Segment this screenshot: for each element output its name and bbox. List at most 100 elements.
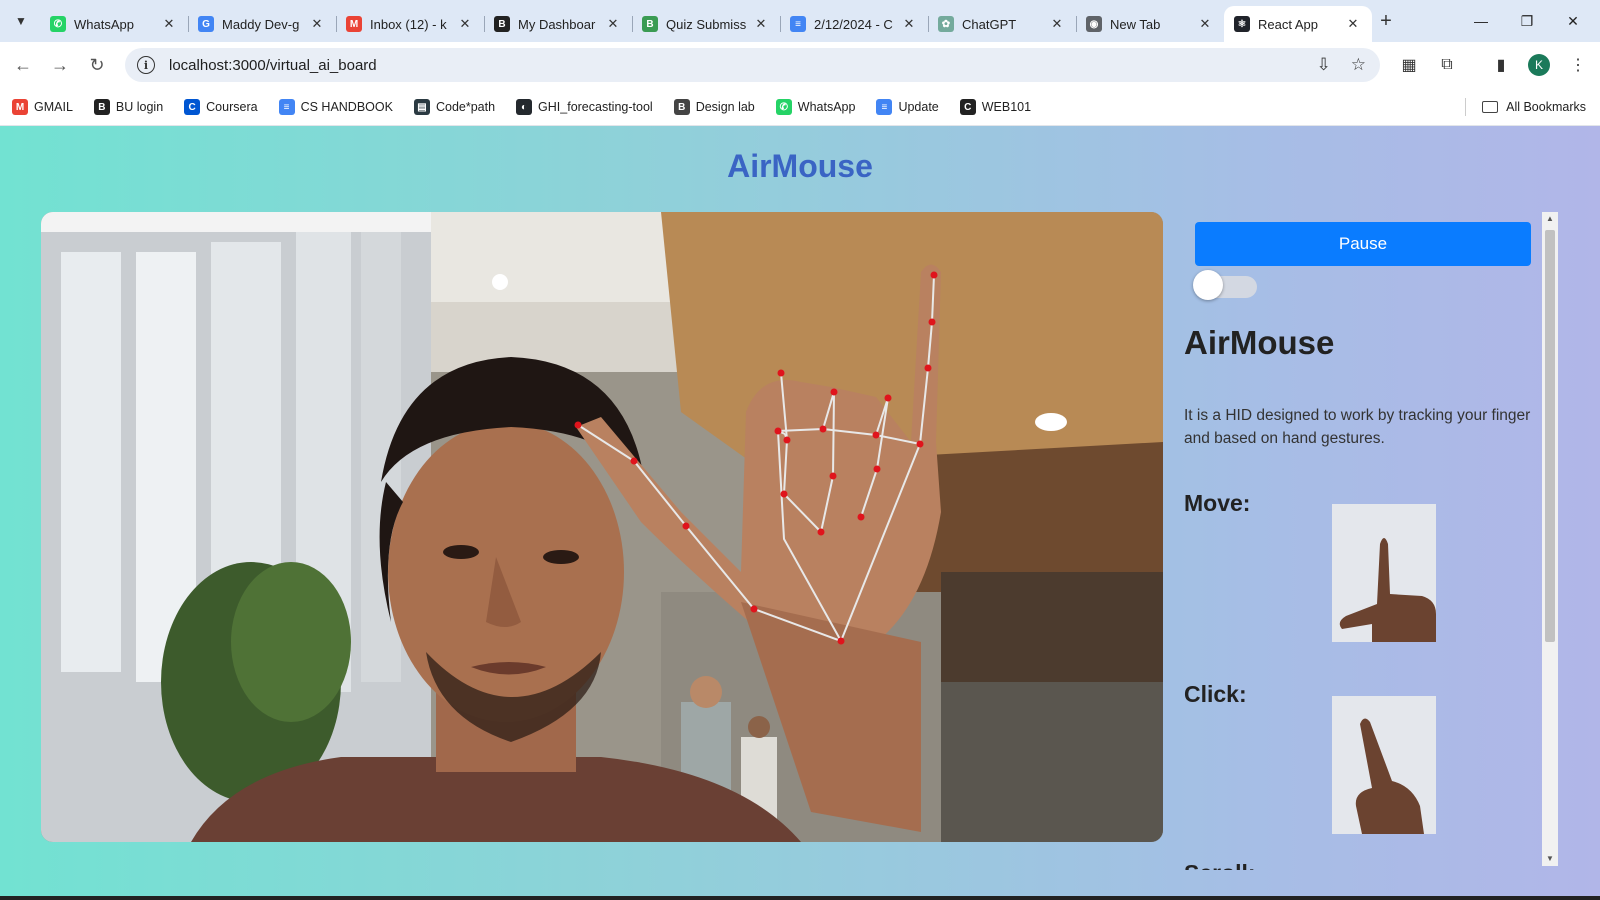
page-content: AirMouse Pause AirMouse It is a HID desi… <box>0 126 1600 900</box>
bookmark-label: Update <box>898 100 939 114</box>
close-icon[interactable]: ✕ <box>900 16 918 32</box>
bookmark-9[interactable]: C WEB101 <box>959 99 1031 115</box>
new-tab-button[interactable]: + <box>1373 9 1399 35</box>
gmail-icon: M <box>346 16 362 32</box>
chatgpt-icon: ✿ <box>938 16 954 32</box>
scroll-thumb[interactable] <box>1545 230 1555 642</box>
minimize-button[interactable]: — <box>1458 0 1504 42</box>
close-icon[interactable]: ✕ <box>1048 16 1066 32</box>
close-window-button[interactable]: ✕ <box>1550 0 1596 42</box>
page-title: AirMouse <box>727 148 873 184</box>
forward-button[interactable]: → <box>45 50 75 80</box>
tab-2[interactable]: M Inbox (12) - k ✕ <box>336 6 484 42</box>
blackboard-icon: B <box>93 99 110 115</box>
bookmark-star-icon[interactable]: ☆ <box>1351 55 1366 75</box>
bookmark-label: WhatsApp <box>797 100 856 114</box>
bookmark-label: BU login <box>115 100 164 114</box>
reload-button[interactable]: ↻ <box>82 50 112 80</box>
arrow-left-icon: ← <box>14 54 32 75</box>
scroll-up-icon[interactable]: ▲ <box>1542 212 1558 226</box>
close-icon[interactable]: ✕ <box>1196 16 1214 32</box>
qr-code-icon[interactable]: ▦ <box>1396 52 1422 78</box>
gesture-label-scroll: Scroll: <box>1184 860 1256 870</box>
tab-title: Inbox (12) - k <box>370 16 447 32</box>
taskbar-edge <box>0 896 1600 900</box>
close-icon[interactable]: ✕ <box>752 16 770 32</box>
tab-strip: ▼ ✆ WhatsApp ✕ G Maddy Dev-g ✕ M Inbox (12) - k… <box>0 0 1600 42</box>
close-icon[interactable]: ✕ <box>1344 16 1362 32</box>
codepath-c-icon: C <box>959 99 976 115</box>
tab-title: 2/12/2024 - C <box>814 16 893 32</box>
bookmark-label: Coursera <box>206 100 258 114</box>
tab-3[interactable]: B My Dashboar ✕ <box>484 6 632 42</box>
blackboard-icon: B <box>494 16 510 32</box>
gradescope-icon: B <box>642 16 658 32</box>
tab-title: WhatsApp <box>74 16 134 32</box>
bookmarks-bar: M GMAIL B BU login C Coursera ≡ CS HANDBOOK ▤ Cod… <box>0 88 1600 126</box>
coursera-icon: C <box>184 99 201 115</box>
click-gesture-image <box>1332 696 1436 834</box>
tab-4[interactable]: B Quiz Submiss ✕ <box>632 6 780 42</box>
scroll-down-icon[interactable]: ▼ <box>1542 852 1558 866</box>
url-text[interactable]: localhost:3000/virtual_ai_board <box>169 57 377 74</box>
bookmark-label: GHI_forecasting-tool <box>538 100 653 114</box>
menu-kebab-icon[interactable]: ⋮ <box>1565 52 1591 78</box>
profile-avatar[interactable]: K <box>1528 54 1550 76</box>
tracking-toggle[interactable] <box>1193 270 1257 300</box>
all-bookmarks-button[interactable]: All Bookmarks <box>1482 88 1586 126</box>
tab-search-button[interactable]: ▼ <box>8 8 34 34</box>
close-icon[interactable]: ✕ <box>308 16 326 32</box>
bookmark-6[interactable]: B Design lab <box>673 99 755 115</box>
back-button[interactable]: ← <box>8 50 38 80</box>
tab-title: My Dashboar <box>518 16 596 32</box>
tab-5[interactable]: ≡ 2/12/2024 - C ✕ <box>780 6 928 42</box>
bookmark-3[interactable]: ≡ CS HANDBOOK <box>278 99 393 115</box>
panel-scrollbar[interactable]: ▲ ▼ <box>1542 212 1558 866</box>
close-icon[interactable]: ✕ <box>604 16 622 32</box>
bookmark-5[interactable]: ◐ GHI_forecasting-tool <box>516 99 653 115</box>
site-info-icon[interactable]: i <box>137 56 155 74</box>
address-bar[interactable]: i localhost:3000/virtual_ai_board ⇩ ☆ <box>125 48 1380 82</box>
webcam-feed <box>41 212 1163 842</box>
github-icon: ◐ <box>516 99 533 115</box>
folder-icon <box>1482 101 1499 113</box>
whatsapp-icon: ✆ <box>50 16 66 32</box>
docs-icon: ≡ <box>876 99 893 115</box>
close-icon[interactable]: ✕ <box>456 16 474 32</box>
side-panel-icon[interactable]: ▮ <box>1488 52 1514 78</box>
bookmark-8[interactable]: ≡ Update <box>876 99 939 115</box>
tab-title: Quiz Submiss <box>666 16 746 32</box>
browser-toolbar: ← → ↻ i localhost:3000/virtual_ai_board … <box>0 42 1600 88</box>
tab-8[interactable]: ⚛ React App ✕ <box>1224 6 1372 42</box>
bookmark-1[interactable]: B BU login <box>93 99 164 115</box>
tab-7[interactable]: ◉ New Tab ✕ <box>1076 6 1224 42</box>
chevron-down-icon: ▼ <box>15 14 27 28</box>
gmail-icon: M <box>12 99 28 115</box>
close-icon[interactable]: ✕ <box>160 16 178 32</box>
tab-title: React App <box>1258 16 1318 32</box>
whatsapp-icon: ✆ <box>775 99 792 115</box>
react-icon: ⚛ <box>1234 16 1250 32</box>
install-app-icon[interactable]: ⇩ <box>1317 55 1331 75</box>
panel-title: AirMouse <box>1184 324 1335 361</box>
google-icon: G <box>198 16 214 32</box>
webcam-frame-image <box>41 212 1163 842</box>
bookmark-2[interactable]: C Coursera <box>184 99 258 115</box>
tab-1[interactable]: G Maddy Dev-g ✕ <box>188 6 336 42</box>
tab-0[interactable]: ✆ WhatsApp ✕ <box>40 6 188 42</box>
tab-title: ChatGPT <box>962 16 1017 32</box>
bookmark-label: CS HANDBOOK <box>300 100 393 114</box>
restore-button[interactable]: ❐ <box>1504 0 1550 42</box>
bookmark-label: Design lab <box>695 100 755 114</box>
app-description: It is a HID designed to work by tracking… <box>1184 407 1531 447</box>
tab-title: New Tab <box>1110 16 1161 32</box>
chrome-icon: ◉ <box>1086 16 1102 32</box>
extensions-icon[interactable]: ⧉ <box>1434 52 1460 78</box>
pause-button[interactable]: Pause <box>1195 222 1531 266</box>
tab-6[interactable]: ✿ ChatGPT ✕ <box>928 6 1076 42</box>
docs-icon: ≡ <box>790 16 806 32</box>
bookmark-7[interactable]: ✆ WhatsApp <box>775 99 856 115</box>
arrow-right-icon: → <box>51 54 69 75</box>
bookmark-4[interactable]: ▤ Code*path <box>413 99 495 115</box>
bookmark-0[interactable]: M GMAIL <box>12 99 73 115</box>
